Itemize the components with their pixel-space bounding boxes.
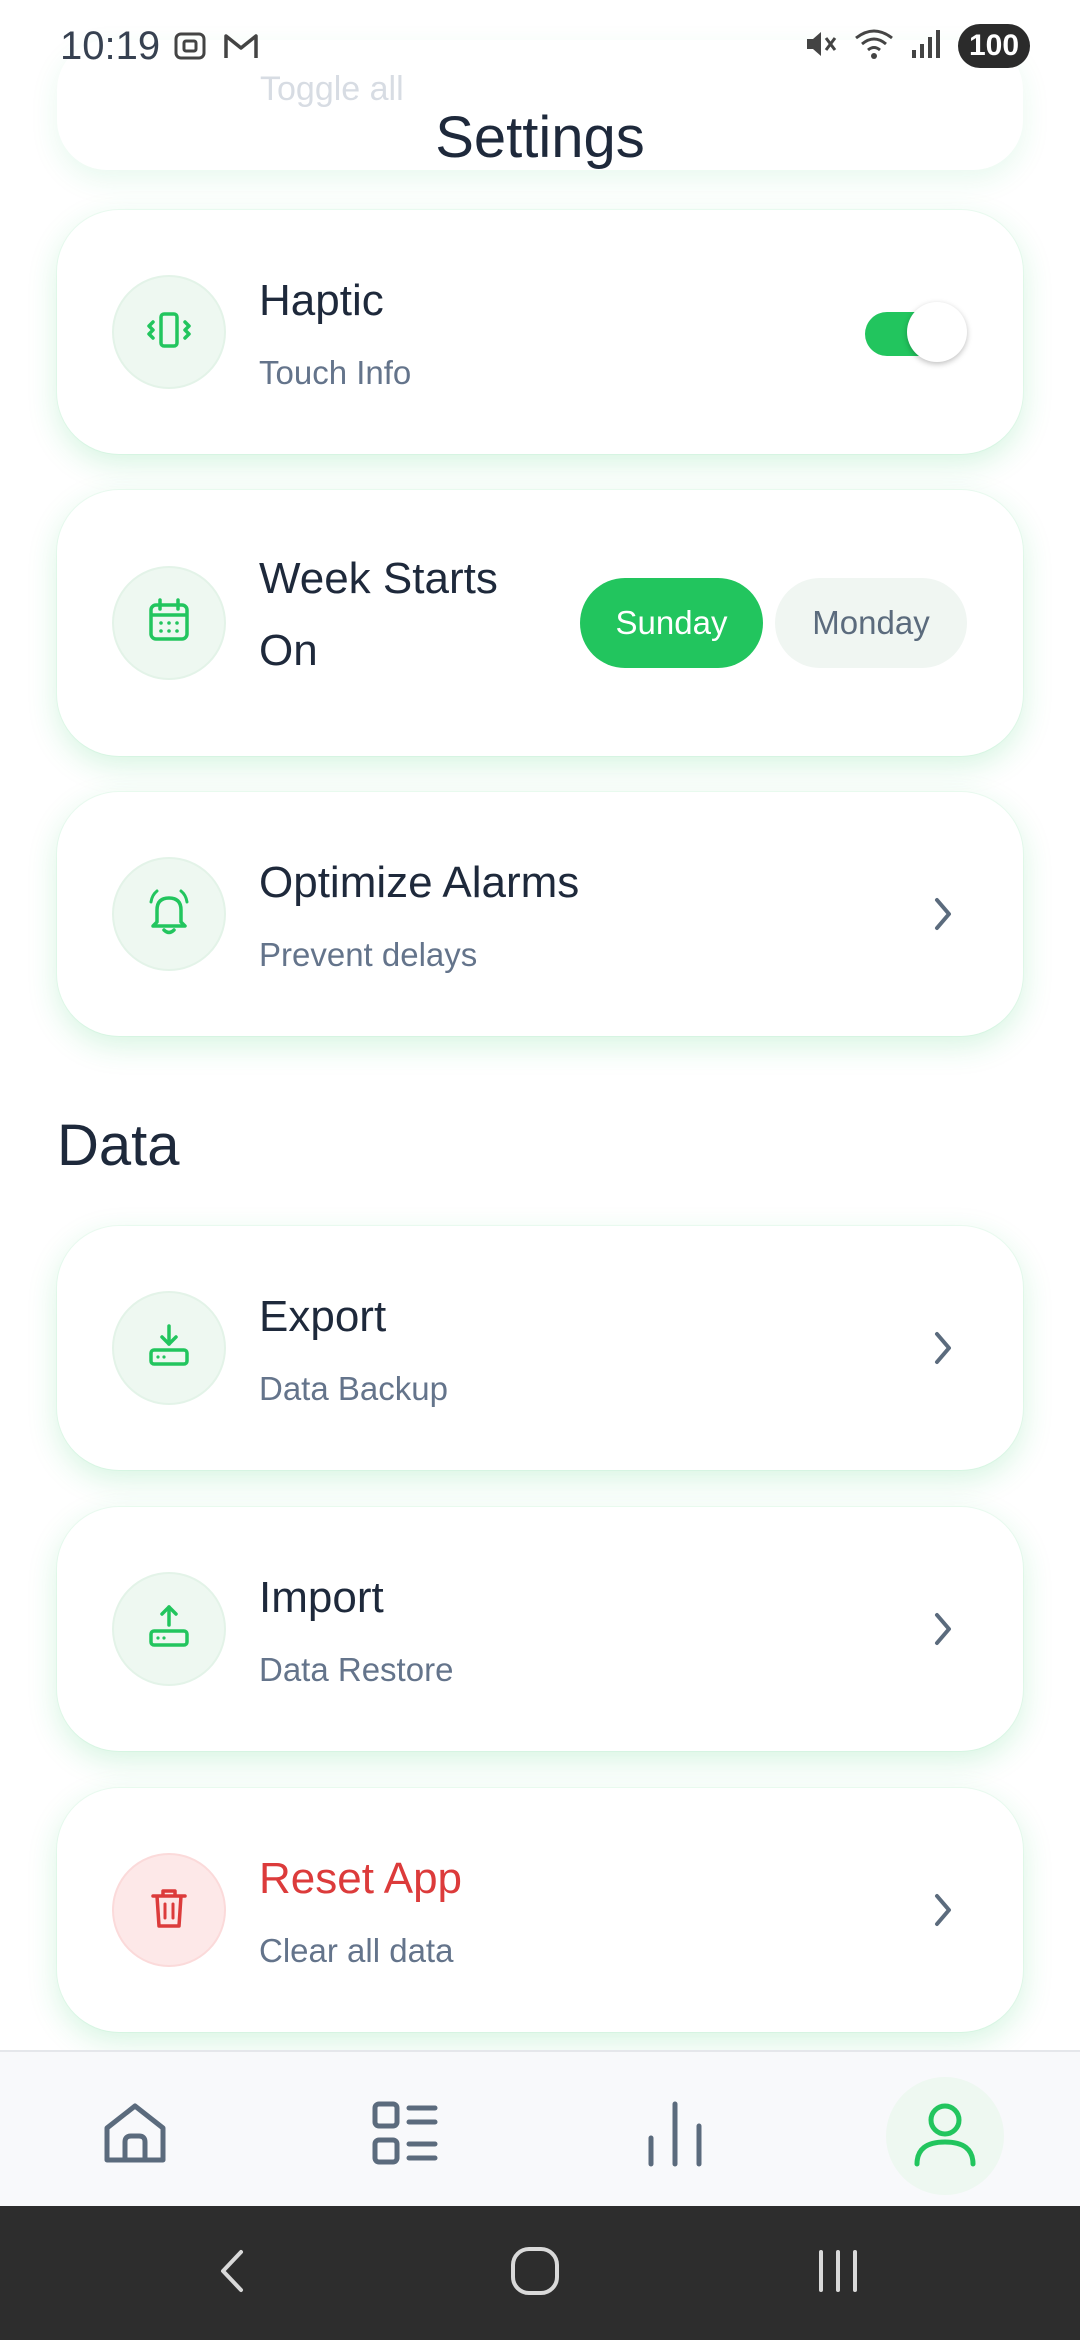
alarms-title: Optimize Alarms [259,858,580,907]
alarms-icon-circle [112,857,226,971]
status-bar: 10:19 100 [0,0,1080,96]
wifi-icon [852,26,896,67]
upload-icon [139,1597,199,1662]
trash-icon [139,1878,199,1943]
chevron-right-icon [923,1890,963,1930]
status-right-icons: 100 [802,24,1030,68]
home-icon [99,2098,171,2175]
nav-stats[interactable] [616,2077,734,2195]
chart-icon [639,2098,711,2175]
reset-icon-circle [112,1853,226,1967]
back-button[interactable] [192,2233,272,2313]
home-circle-icon [508,2244,562,2303]
recents-icon [811,2244,865,2303]
monday-option[interactable]: Monday [775,578,967,668]
chevron-right-icon [923,1328,963,1368]
haptic-card[interactable]: Haptic Touch Info [57,210,1023,454]
reset-subtitle: Clear all data [259,1932,454,1969]
nav-home[interactable] [76,2077,194,2195]
import-subtitle: Data Restore [259,1651,454,1688]
bottom-nav [0,2050,1080,2206]
week-start-title-line2: On [259,626,318,675]
nav-list[interactable] [346,2077,464,2195]
export-card[interactable]: Export Data Backup [57,1226,1023,1470]
back-icon [207,2246,257,2301]
chevron-right-icon [923,894,963,934]
profile-icon [909,2098,981,2175]
bell-icon [139,882,199,947]
status-left-icons [172,28,260,69]
week-start-card: Week Starts On Sunday Monday [57,490,1023,756]
mute-icon [802,26,838,67]
export-icon-circle [112,1291,226,1405]
screenshot-icon [172,28,208,69]
alarms-subtitle: Prevent delays [259,936,478,973]
gmail-icon [222,28,260,69]
signal-icon [910,26,944,67]
download-icon [139,1316,199,1381]
import-card[interactable]: Import Data Restore [57,1507,1023,1751]
week-start-icon-circle [112,566,226,680]
reset-app-card[interactable]: Reset App Clear all data [57,1788,1023,2032]
battery-indicator: 100 [958,24,1030,68]
sunday-option[interactable]: Sunday [580,578,763,668]
vibration-icon [139,300,199,365]
system-nav-bar [0,2206,1080,2340]
recents-button[interactable] [798,2233,878,2313]
week-start-title-line1: Week Starts [259,554,498,603]
nav-profile[interactable] [886,2077,1004,2195]
home-button[interactable] [495,2233,575,2313]
reset-title: Reset App [259,1854,463,1903]
haptic-title: Haptic [259,276,384,325]
data-section-title: Data [57,1113,180,1178]
page-title: Settings [435,105,645,170]
haptic-icon-circle [112,275,226,389]
export-title: Export [259,1292,387,1341]
status-time: 10:19 [60,24,161,68]
haptic-toggle[interactable] [865,302,967,362]
haptic-subtitle: Touch Info [259,354,412,391]
import-title: Import [259,1573,384,1622]
toggle-knob [907,302,967,362]
import-icon-circle [112,1572,226,1686]
export-subtitle: Data Backup [259,1370,448,1407]
chevron-right-icon [923,1609,963,1649]
list-icon [369,2098,441,2175]
optimize-alarms-card[interactable]: Optimize Alarms Prevent delays [57,792,1023,1036]
calendar-icon [139,591,199,656]
